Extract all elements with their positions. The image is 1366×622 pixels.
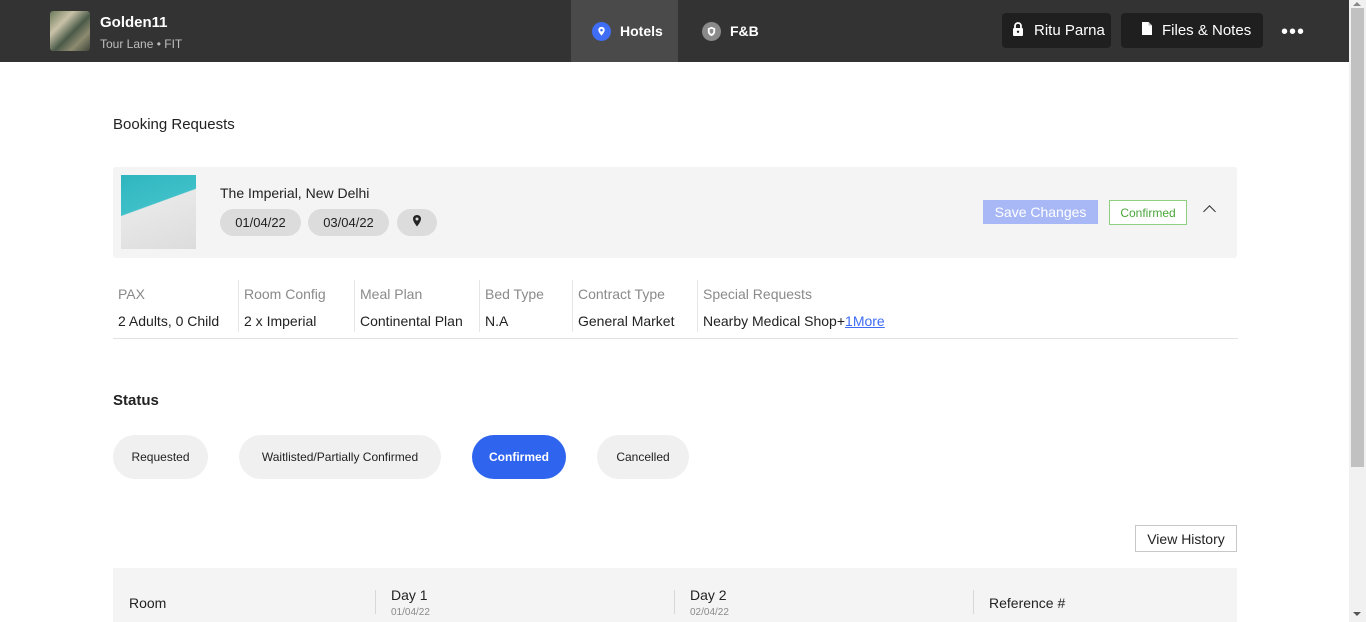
special-requests-text: Nearby Medical Shop+ [703,313,846,329]
chevron-up-icon[interactable] [1203,205,1216,218]
tab-hotels[interactable]: Hotels [571,0,678,62]
room-config-value: 2 x Imperial [244,313,317,329]
contract-type-label: Contract Type [578,286,665,302]
hotel-name: The Imperial, New Delhi [220,185,370,201]
reference-column-label: Reference # [989,595,1066,611]
bed-type-value: N.A [485,313,509,329]
column-reference: Reference # [973,568,1237,622]
status-confirmed[interactable]: Confirmed [472,435,566,479]
special-requests-label: Special Requests [703,286,812,302]
column-room: Room [113,568,375,622]
files-notes-label: Files & Notes [1162,22,1252,39]
view-history-button[interactable]: View History [1135,525,1237,552]
page-scrollbar[interactable] [1349,0,1366,622]
detail-contract-type: Contract Type General Market [572,280,697,332]
trip-name: Golden11 [100,14,168,31]
more-menu-icon[interactable]: ••• [1281,22,1305,42]
detail-bed-type: Bed Type N.A [479,280,572,332]
scroll-up-arrow-icon[interactable] [1353,2,1361,6]
special-requests-value: Nearby Medical Shop+1More [703,313,885,329]
bed-type-label: Bed Type [485,286,544,302]
status-requested[interactable]: Requested [113,435,208,479]
booking-requests-title: Booking Requests [113,116,235,133]
hotel-card: The Imperial, New Delhi 01/04/22 03/04/2… [113,167,1237,258]
pax-value: 2 Adults, 0 Child [118,313,220,329]
status-waitlisted[interactable]: Waitlisted/Partially Confirmed [239,435,441,479]
column-day-2: Day 2 02/04/22 [674,568,973,622]
room-column-label: Room [129,595,167,611]
more-requests-link[interactable]: 1More [845,313,885,329]
meal-plan-value: Continental Plan [360,313,463,329]
save-changes-button[interactable]: Save Changes [983,200,1098,224]
day-1-label: Day 1 [391,587,428,603]
tab-hotels-label: Hotels [620,23,663,39]
detail-pax: PAX 2 Adults, 0 Child [113,280,238,332]
tab-fnb-label: F&B [730,23,759,39]
user-name: Ritu Parna [1034,22,1105,39]
user-button[interactable]: Ritu Parna [1002,13,1111,48]
day-1-date: 01/04/22 [391,607,430,618]
contract-type-value: General Market [578,313,675,329]
hotel-thumbnail [121,175,196,249]
top-bar: Golden11 Tour Lane • FIT Hotels F&B Ritu… [0,0,1349,62]
document-icon [1142,22,1152,39]
tab-fnb[interactable]: F&B [680,0,770,62]
files-notes-button[interactable]: Files & Notes [1121,13,1263,48]
trip-avatar[interactable] [50,11,90,51]
location-button[interactable] [397,209,437,236]
detail-room-config: Room Config 2 x Imperial [238,280,354,332]
status-badge: Confirmed [1109,200,1187,225]
detail-meal-plan: Meal Plan Continental Plan [354,280,479,332]
column-day-1: Day 1 01/04/22 [375,568,674,622]
check-out-date: 03/04/22 [308,209,389,236]
trip-subtitle: Tour Lane • FIT [100,37,183,51]
pax-label: PAX [118,286,145,302]
check-in-date: 01/04/22 [220,209,301,236]
room-table-header: Room Day 1 01/04/22 Day 2 02/04/22 Refer… [113,568,1237,622]
lock-icon [1012,21,1024,40]
detail-special-requests: Special Requests Nearby Medical Shop+1Mo… [697,280,957,332]
room-config-label: Room Config [244,286,326,302]
booking-details: PAX 2 Adults, 0 Child Room Config 2 x Im… [113,280,1238,339]
location-pin-icon [592,21,611,41]
meal-plan-label: Meal Plan [360,286,423,302]
day-2-label: Day 2 [690,587,727,603]
status-title: Status [113,392,159,409]
day-2-date: 02/04/22 [690,607,729,618]
shield-icon [702,21,721,41]
location-pin-icon [412,215,422,230]
status-cancelled[interactable]: Cancelled [597,435,689,479]
scroll-down-arrow-icon[interactable] [1353,612,1361,616]
scroll-thumb[interactable] [1351,8,1364,467]
